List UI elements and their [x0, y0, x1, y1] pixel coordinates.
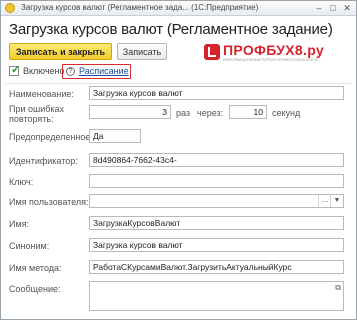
key-label: Ключ: [9, 177, 34, 187]
save-and-close-button[interactable]: Записать и закрыть [9, 43, 112, 60]
enabled-label: Включено [23, 66, 65, 76]
maximize-icon[interactable]: □ [328, 2, 338, 14]
retry-label-line2: повторять: [9, 114, 54, 124]
name-input[interactable]: Загрузка курсов валют [89, 86, 344, 100]
username-input[interactable]: ... ▼ [89, 194, 344, 208]
logo-text: ПРОФБУХ8.ру [223, 42, 324, 58]
logo-tagline: ИНФОРМАЦИОННЫЙ ПОРТАЛ ПРОФЕССИОНАЛОВ 1С [223, 58, 319, 62]
metaname-label: Имя: [9, 219, 30, 229]
open-window-icon[interactable]: ⧉ [335, 282, 341, 294]
key-input[interactable] [89, 174, 344, 188]
message-label: Сообщение: [9, 284, 61, 294]
predefined-input: Да [89, 129, 141, 143]
name-label: Наименование: [9, 89, 74, 99]
window-title: Загрузка курсов валют (Регламентное зада… [21, 3, 259, 12]
checkmark-icon: ✓ [11, 64, 21, 76]
identifier-label: Идентификатор: [9, 156, 78, 166]
retry-times-label: раз [176, 108, 191, 118]
title-bar: Загрузка курсов валют (Регламентное зада… [1, 1, 356, 16]
app-1c-icon [5, 3, 15, 13]
retry-label-line1: При ошибках [9, 104, 65, 114]
identifier-input[interactable]: 8d490864-7662-43c4- [89, 153, 344, 167]
synonym-label: Синоним: [9, 241, 50, 251]
window-controls: – □ ✕ [314, 2, 352, 14]
enabled-checkbox[interactable]: ✓ [9, 64, 21, 76]
save-button[interactable]: Записать [117, 43, 167, 60]
retry-unit-label: секунд [272, 108, 301, 118]
method-input[interactable]: РаботаСКурсамиВалют.ЗагрузитьАктуальныйК… [89, 260, 344, 274]
divider [5, 83, 352, 84]
question-icon[interactable]: ? [66, 67, 75, 76]
retry-interval-label: через: [197, 108, 224, 118]
predefined-label: Предопределенное: [9, 132, 93, 142]
close-icon[interactable]: ✕ [342, 2, 352, 14]
synonym-input[interactable]: Загрузка курсов валют [89, 238, 344, 252]
username-label: Имя пользователя: [9, 197, 89, 207]
schedule-link[interactable]: Расписание [79, 66, 129, 76]
metaname-input[interactable]: ЗагрузкаКурсовВалют [89, 216, 344, 230]
retry-count-input[interactable]: 3 [89, 105, 171, 119]
retry-interval-input[interactable]: 10 [229, 105, 267, 119]
chevron-down-icon[interactable]: ▼ [330, 195, 343, 207]
profbuh-logo: ПРОФБУХ8.ру ИНФОРМАЦИОННЫЙ ПОРТАЛ ПРОФЕС… [204, 42, 352, 65]
form-window: Загрузка курсов валют (Регламентное зада… [0, 0, 357, 320]
method-label: Имя метода: [9, 263, 62, 273]
schedule-link-highlight: ? Расписание [62, 64, 131, 79]
message-textarea[interactable]: ⧉ [89, 281, 344, 311]
logo-mark-icon [204, 44, 220, 60]
page-title: Загрузка курсов валют (Регламентное зада… [9, 21, 333, 38]
minimize-icon[interactable]: – [314, 2, 324, 14]
